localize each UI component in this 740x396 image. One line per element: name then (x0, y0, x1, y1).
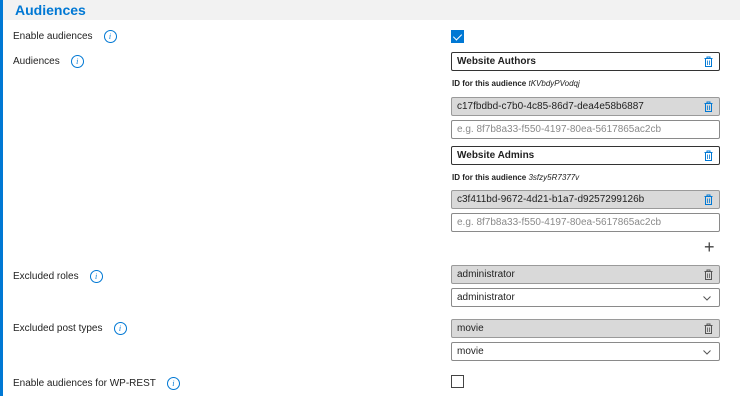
info-icon[interactable]: i (103, 30, 117, 43)
section-header: Audiences (3, 0, 740, 20)
audience-id-line: ID for this audience 3sfzy5R7377v (452, 173, 580, 182)
trash-icon[interactable] (704, 269, 713, 280)
info-icon[interactable]: i (70, 55, 84, 68)
excluded-post-types-select[interactable]: movie (451, 342, 720, 361)
excluded-post-type-item[interactable]: movie (451, 319, 720, 338)
enable-audiences-checkbox[interactable] (451, 30, 464, 43)
excluded-post-types-label: Excluded post types i (13, 322, 127, 335)
trash-icon[interactable] (704, 56, 713, 67)
group-id-input[interactable]: e.g. 8f7b8a33-f550-4197-80ea-5617865ac2c… (451, 120, 720, 139)
audiences-label: Audiences i (13, 55, 84, 68)
trash-icon[interactable] (704, 101, 713, 112)
group-id-input[interactable]: e.g. 8f7b8a33-f550-4197-80ea-5617865ac2c… (451, 213, 720, 232)
plus-icon[interactable]: + (704, 238, 715, 256)
info-icon[interactable]: i (89, 270, 103, 283)
info-icon[interactable]: i (166, 377, 180, 390)
enable-wp-rest-checkbox[interactable] (451, 375, 464, 388)
info-icon[interactable]: i (113, 322, 127, 335)
section-title: Audiences (15, 2, 86, 18)
audience-name-input[interactable]: Website Admins (451, 146, 720, 165)
accent-bar (0, 0, 3, 396)
audience-id-line: ID for this audience tKVbdyPVodqj (452, 79, 580, 88)
audience-name-input[interactable]: Website Authors (451, 52, 720, 71)
chevron-down-icon[interactable] (703, 348, 711, 356)
enable-audiences-label: Enable audiences i (13, 30, 117, 43)
excluded-roles-select[interactable]: administrator (451, 288, 720, 307)
audience-id-value: 3sfzy5R7377v (528, 173, 580, 182)
excluded-roles-label: Excluded roles i (13, 270, 103, 283)
chevron-down-icon[interactable] (703, 294, 711, 302)
excluded-role-item[interactable]: administrator (451, 265, 720, 284)
group-id-item[interactable]: c3f411bd-9672-4d21-b1a7-d9257299126b (451, 190, 720, 209)
trash-icon[interactable] (704, 150, 713, 161)
trash-icon[interactable] (704, 194, 713, 205)
trash-icon[interactable] (704, 323, 713, 334)
audience-id-value: tKVbdyPVodqj (528, 79, 580, 88)
group-id-item[interactable]: c17fbdbd-c7b0-4c85-86d7-dea4e58b6887 (451, 97, 720, 116)
enable-wp-rest-label: Enable audiences for WP-REST i (13, 377, 180, 390)
